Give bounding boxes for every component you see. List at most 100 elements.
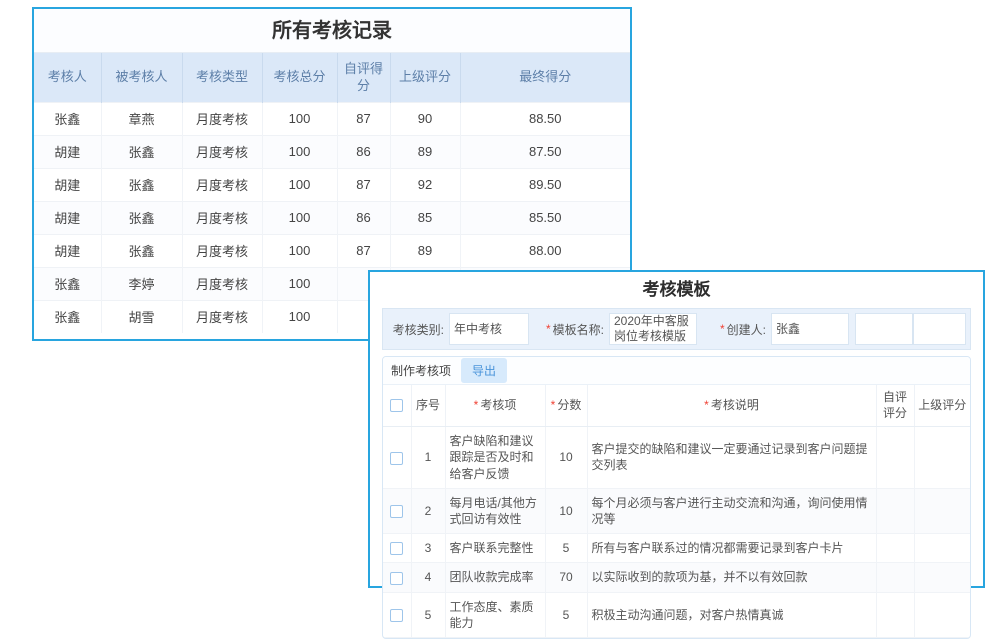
column-header-final-score: 最终得分 — [460, 53, 630, 102]
record-cell: 月度考核 — [182, 168, 262, 201]
table-row: 胡建张鑫月度考核100868987.50 — [34, 135, 630, 168]
column-header-superior-score: 上级评分 — [914, 385, 970, 427]
record-cell: 张鑫 — [34, 267, 101, 300]
record-cell: 月度考核 — [182, 267, 262, 300]
record-cell: 张鑫 — [101, 201, 182, 234]
record-cell: 月度考核 — [182, 201, 262, 234]
record-cell: 89.50 — [460, 168, 630, 201]
template-panel-title: 考核模板 — [370, 272, 983, 306]
table-row: 胡建张鑫月度考核100879289.50 — [34, 168, 630, 201]
checkbox-cell — [383, 534, 411, 563]
item-cell-superior-score — [914, 563, 970, 592]
checkbox-cell — [383, 488, 411, 533]
record-cell: 月度考核 — [182, 135, 262, 168]
item-cell-description: 所有与客户联系过的情况都需要记录到客户卡片 — [587, 534, 876, 563]
record-cell: 87 — [337, 234, 390, 267]
items-toolbar: 制作考核项 导出 — [383, 357, 970, 385]
required-asterisk: * — [704, 398, 709, 412]
item-cell-description: 以实际收到的款项为基，并不以有效回款 — [587, 563, 876, 592]
record-cell: 92 — [390, 168, 460, 201]
record-cell: 李婷 — [101, 267, 182, 300]
record-cell: 胡雪 — [101, 300, 182, 333]
records-panel-title: 所有考核记录 — [34, 9, 630, 53]
item-cell-index: 2 — [411, 488, 445, 533]
item-row: 4团队收款完成率70以实际收到的款项为基，并不以有效回款 — [383, 563, 970, 592]
item-cell-score: 5 — [545, 534, 587, 563]
template-form: 考核类别: 年中考核 *模板名称: 2020年中客服岗位考核模版 *创建人: 张… — [382, 308, 971, 350]
item-cell-self-score — [876, 563, 914, 592]
record-cell: 张鑫 — [34, 300, 101, 333]
items-header-row: 序号 *考核项 *分数 *考核说明 自评评分 上级评分 — [383, 385, 970, 427]
select-all-checkbox[interactable] — [390, 399, 403, 412]
item-cell-superior-score — [914, 592, 970, 637]
records-header-row: 考核人 被考核人 考核类型 考核总分 自评得分 上级评分 最终得分 — [34, 53, 630, 102]
template-panel: 考核模板 考核类别: 年中考核 *模板名称: 2020年中客服岗位考核模版 *创… — [368, 270, 985, 588]
record-cell: 胡建 — [34, 234, 101, 267]
item-cell-self-score — [876, 534, 914, 563]
item-cell-superior-score — [914, 488, 970, 533]
record-cell: 100 — [262, 135, 337, 168]
row-checkbox[interactable] — [390, 572, 403, 585]
item-cell-item: 客户缺陷和建议跟踪是否及时和给客户反馈 — [445, 427, 545, 489]
record-cell: 86 — [337, 201, 390, 234]
checkbox-cell — [383, 563, 411, 592]
item-cell-index: 1 — [411, 427, 445, 489]
record-cell: 胡建 — [34, 168, 101, 201]
item-row: 3客户联系完整性5所有与客户联系过的情况都需要记录到客户卡片 — [383, 534, 970, 563]
required-asterisk: * — [720, 322, 725, 336]
item-cell-self-score — [876, 488, 914, 533]
required-asterisk: * — [551, 398, 556, 412]
record-cell: 88.50 — [460, 102, 630, 135]
column-header-description: *考核说明 — [587, 385, 876, 427]
record-cell: 胡建 — [34, 135, 101, 168]
row-checkbox[interactable] — [390, 505, 403, 518]
required-asterisk: * — [546, 322, 551, 336]
item-cell-self-score — [876, 427, 914, 489]
item-row: 2每月电话/其他方式回访有效性10每个月必须与客户进行主动交流和沟通，询问使用情… — [383, 488, 970, 533]
form-empty-cell — [855, 313, 913, 345]
record-cell: 86 — [337, 135, 390, 168]
record-cell: 85.50 — [460, 201, 630, 234]
column-header-index: 序号 — [411, 385, 445, 427]
column-header-item: *考核项 — [445, 385, 545, 427]
item-cell-description: 每个月必须与客户进行主动交流和沟通，询问使用情况等 — [587, 488, 876, 533]
template-name-field[interactable]: 2020年中客服岗位考核模版 — [609, 313, 697, 345]
record-cell: 87.50 — [460, 135, 630, 168]
record-cell: 张鑫 — [101, 168, 182, 201]
row-checkbox[interactable] — [390, 542, 403, 555]
record-cell: 100 — [262, 201, 337, 234]
record-cell: 89 — [390, 135, 460, 168]
record-cell: 90 — [390, 102, 460, 135]
record-cell: 89 — [390, 234, 460, 267]
export-button[interactable]: 导出 — [461, 358, 507, 383]
row-checkbox[interactable] — [390, 452, 403, 465]
record-cell: 87 — [337, 102, 390, 135]
category-label: 考核类别: — [387, 309, 449, 349]
record-cell: 100 — [262, 234, 337, 267]
form-empty-cell — [913, 313, 966, 345]
record-cell: 87 — [337, 168, 390, 201]
record-cell: 88.00 — [460, 234, 630, 267]
creator-label: *创建人: — [697, 309, 771, 349]
column-header-assessor: 考核人 — [34, 53, 101, 102]
make-items-label: 制作考核项 — [391, 362, 451, 379]
required-asterisk: * — [474, 398, 479, 412]
item-cell-index: 4 — [411, 563, 445, 592]
checkbox-cell — [383, 592, 411, 637]
item-cell-description: 客户提交的缺陷和建议一定要通过记录到客户问题提交列表 — [587, 427, 876, 489]
item-cell-score: 70 — [545, 563, 587, 592]
row-checkbox[interactable] — [390, 609, 403, 622]
column-header-type: 考核类型 — [182, 53, 262, 102]
record-cell: 100 — [262, 267, 337, 300]
item-cell-index: 3 — [411, 534, 445, 563]
category-field[interactable]: 年中考核 — [449, 313, 529, 345]
column-header-assessed: 被考核人 — [101, 53, 182, 102]
item-cell-index: 5 — [411, 592, 445, 637]
item-cell-item: 工作态度、素质能力 — [445, 592, 545, 637]
record-cell: 章燕 — [101, 102, 182, 135]
item-cell-item: 客户联系完整性 — [445, 534, 545, 563]
item-cell-self-score — [876, 592, 914, 637]
record-cell: 月度考核 — [182, 300, 262, 333]
creator-field[interactable]: 张鑫 — [771, 313, 849, 345]
item-cell-description: 积极主动沟通问题，对客户热情真诚 — [587, 592, 876, 637]
